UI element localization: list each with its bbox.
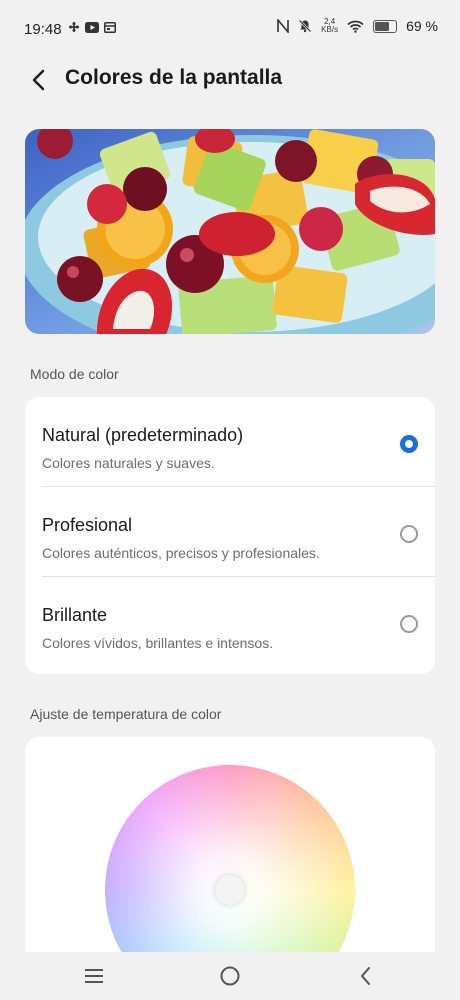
- bell-off-icon: [298, 19, 312, 33]
- system-nav-bar: [0, 952, 460, 1000]
- color-mode-option-natural[interactable]: Natural (predeterminado) Colores natural…: [25, 397, 435, 486]
- fan-icon: [69, 22, 79, 32]
- option-subtitle: Colores naturales y suaves.: [42, 455, 215, 471]
- option-text: Profesional Colores auténticos, precisos…: [42, 515, 320, 561]
- color-wheel[interactable]: [105, 765, 355, 967]
- radio-brillante[interactable]: [400, 615, 418, 633]
- network-speed-unit: KB/s: [321, 25, 339, 34]
- status-right-icons: 2,4 KB/s 69 %: [277, 18, 438, 34]
- window-icon: [104, 21, 116, 33]
- color-mode-option-profesional[interactable]: Profesional Colores auténticos, precisos…: [42, 486, 435, 576]
- youtube-icon: [85, 21, 99, 33]
- status-bar: 19:48 2,4 KB/s 69 %: [0, 0, 460, 58]
- color-mode-card: Natural (predeterminado) Colores natural…: [25, 397, 435, 674]
- menu-icon[interactable]: [82, 964, 106, 988]
- option-title: Natural (predeterminado): [42, 425, 244, 445]
- radio-profesional[interactable]: [400, 525, 418, 543]
- battery-percent: 69 %: [406, 18, 438, 34]
- color-temperature-card: [25, 737, 435, 967]
- option-subtitle: Colores auténticos, precisos y profesion…: [42, 545, 320, 561]
- fruit-bowl-image: [25, 129, 435, 334]
- radio-natural-selected[interactable]: [400, 435, 418, 453]
- chevron-left-icon[interactable]: [28, 68, 52, 92]
- nfc-icon: [277, 19, 289, 33]
- home-circle-icon[interactable]: [218, 964, 242, 988]
- option-title: Profesional: [42, 515, 133, 535]
- wifi-icon: [347, 20, 364, 33]
- color-mode-section-label: Modo de color: [30, 366, 119, 382]
- app-header: Colores de la pantalla: [0, 58, 460, 104]
- status-time: 19:48: [24, 21, 62, 38]
- preview-image: [25, 129, 435, 334]
- temperature-section-label: Ajuste de temperatura de color: [30, 706, 222, 722]
- battery-icon: [373, 19, 398, 33]
- color-wheel-knob[interactable]: [215, 875, 245, 905]
- option-title: Brillante: [42, 605, 108, 625]
- page-title: Colores de la pantalla: [65, 66, 283, 89]
- option-text: Natural (predeterminado) Colores natural…: [42, 425, 243, 471]
- option-text: Brillante Colores vívidos, brillantes e …: [42, 605, 273, 651]
- color-mode-option-brillante[interactable]: Brillante Colores vívidos, brillantes e …: [42, 576, 435, 666]
- option-subtitle: Colores vívidos, brillantes e intensos.: [42, 635, 274, 651]
- status-notification-icons: [68, 21, 116, 33]
- nav-back-icon[interactable]: [354, 964, 378, 988]
- network-speed: 2,4 KB/s: [321, 18, 338, 34]
